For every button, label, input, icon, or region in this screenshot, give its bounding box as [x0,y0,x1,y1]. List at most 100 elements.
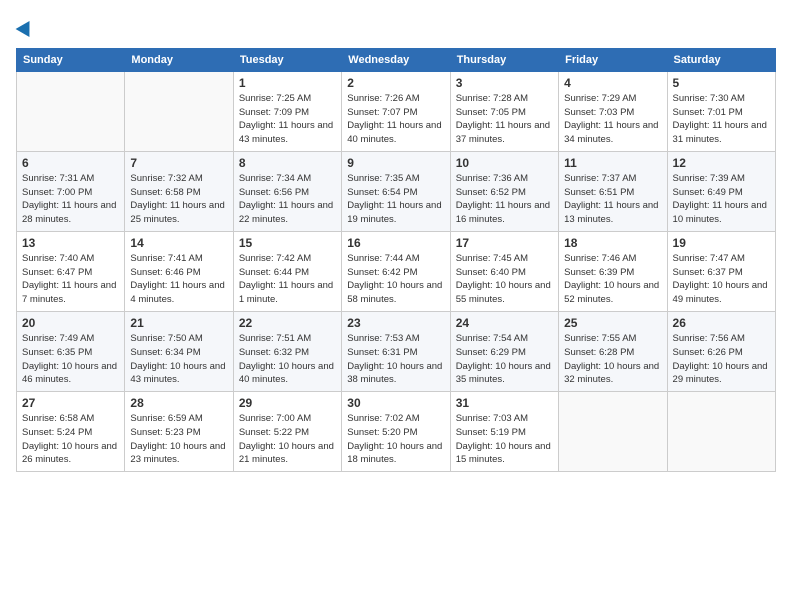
day-info: Sunrise: 7:31 AM Sunset: 7:00 PM Dayligh… [22,172,119,227]
day-info: Sunrise: 7:44 AM Sunset: 6:42 PM Dayligh… [347,252,444,307]
day-number: 24 [456,316,553,330]
day-number: 11 [564,156,661,170]
calendar-cell: 25Sunrise: 7:55 AM Sunset: 6:28 PM Dayli… [559,311,667,391]
logo-triangle-icon [16,17,37,37]
page-header [16,16,776,36]
day-number: 18 [564,236,661,250]
day-number: 28 [130,396,227,410]
calendar-week-2: 6Sunrise: 7:31 AM Sunset: 7:00 PM Daylig… [17,151,776,231]
day-number: 23 [347,316,444,330]
column-header-wednesday: Wednesday [342,48,450,71]
day-info: Sunrise: 7:39 AM Sunset: 6:49 PM Dayligh… [673,172,770,227]
calendar-cell: 13 Sunrise: 7:40 AM Sunset: 6:47 PM Dayli… [17,231,125,311]
day-info: Sunrise: 7:50 AM Sunset: 6:34 PM Dayligh… [130,332,227,387]
calendar-cell: 7Sunrise: 7:32 AM Sunset: 6:58 PM Daylig… [125,151,233,231]
calendar-cell: 11 Sunrise: 7:37 AM Sunset: 6:51 PM Dayli… [559,151,667,231]
day-number: 16 [347,236,444,250]
calendar-cell: 8 Sunrise: 7:34 AM Sunset: 6:56 PM Daylig… [233,151,341,231]
calendar-cell: 31Sunrise: 7:03 AM Sunset: 5:19 PM Dayli… [450,392,558,472]
column-header-friday: Friday [559,48,667,71]
calendar-cell: 1Sunrise: 7:25 AM Sunset: 7:09 PM Daylig… [233,71,341,151]
calendar-cell: 12 Sunrise: 7:39 AM Sunset: 6:49 PM Dayli… [667,151,775,231]
day-number: 3 [456,76,553,90]
day-number: 17 [456,236,553,250]
day-number: 9 [347,156,444,170]
calendar-cell: 29 Sunrise: 7:00 AM Sunset: 5:22 PM Dayli… [233,392,341,472]
calendar-cell: 4 Sunrise: 7:29 AM Sunset: 7:03 PM Daylig… [559,71,667,151]
calendar-cell: 2 Sunrise: 7:26 AM Sunset: 7:07 PM Daylig… [342,71,450,151]
day-info: Sunrise: 7:03 AM Sunset: 5:19 PM Dayligh… [456,412,553,467]
day-number: 12 [673,156,770,170]
calendar-cell: 27 Sunrise: 6:58 AM Sunset: 5:24 PM Dayli… [17,392,125,472]
day-info: Sunrise: 7:25 AM Sunset: 7:09 PM Dayligh… [239,92,336,147]
day-info: Sunrise: 7:29 AM Sunset: 7:03 PM Dayligh… [564,92,661,147]
day-info: Sunrise: 7:56 AM Sunset: 6:26 PM Dayligh… [673,332,770,387]
day-info: Sunrise: 7:47 AM Sunset: 6:37 PM Dayligh… [673,252,770,307]
calendar-table: SundayMondayTuesdayWednesdayThursdayFrid… [16,48,776,472]
day-info: Sunrise: 7:36 AM Sunset: 6:52 PM Dayligh… [456,172,553,227]
day-info: Sunrise: 7:00 AM Sunset: 5:22 PM Dayligh… [239,412,336,467]
day-info: Sunrise: 7:51 AM Sunset: 6:32 PM Dayligh… [239,332,336,387]
calendar-week-5: 27 Sunrise: 6:58 AM Sunset: 5:24 PM Dayli… [17,392,776,472]
calendar-cell [125,71,233,151]
day-info: Sunrise: 6:58 AM Sunset: 5:24 PM Dayligh… [22,412,119,467]
day-info: Sunrise: 7:45 AM Sunset: 6:40 PM Dayligh… [456,252,553,307]
calendar-cell: 10 Sunrise: 7:36 AM Sunset: 6:52 PM Dayli… [450,151,558,231]
day-number: 4 [564,76,661,90]
day-info: Sunrise: 7:42 AM Sunset: 6:44 PM Dayligh… [239,252,336,307]
day-number: 8 [239,156,336,170]
day-number: 20 [22,316,119,330]
day-number: 2 [347,76,444,90]
header-row: SundayMondayTuesdayWednesdayThursdayFrid… [17,48,776,71]
day-number: 26 [673,316,770,330]
day-info: Sunrise: 6:59 AM Sunset: 5:23 PM Dayligh… [130,412,227,467]
column-header-thursday: Thursday [450,48,558,71]
day-number: 10 [456,156,553,170]
calendar-cell: 5 Sunrise: 7:30 AM Sunset: 7:01 PM Daylig… [667,71,775,151]
calendar-cell: 17 Sunrise: 7:45 AM Sunset: 6:40 PM Dayli… [450,231,558,311]
day-number: 29 [239,396,336,410]
day-info: Sunrise: 7:41 AM Sunset: 6:46 PM Dayligh… [130,252,227,307]
calendar-cell: 9 Sunrise: 7:35 AM Sunset: 6:54 PM Daylig… [342,151,450,231]
day-info: Sunrise: 7:32 AM Sunset: 6:58 PM Dayligh… [130,172,227,227]
day-number: 22 [239,316,336,330]
day-info: Sunrise: 7:40 AM Sunset: 6:47 PM Dayligh… [22,252,119,307]
day-info: Sunrise: 7:54 AM Sunset: 6:29 PM Dayligh… [456,332,553,387]
day-number: 15 [239,236,336,250]
day-number: 5 [673,76,770,90]
calendar-week-1: 1Sunrise: 7:25 AM Sunset: 7:09 PM Daylig… [17,71,776,151]
day-number: 27 [22,396,119,410]
day-info: Sunrise: 7:53 AM Sunset: 6:31 PM Dayligh… [347,332,444,387]
calendar-cell: 18 Sunrise: 7:46 AM Sunset: 6:39 PM Dayli… [559,231,667,311]
day-info: Sunrise: 7:46 AM Sunset: 6:39 PM Dayligh… [564,252,661,307]
calendar-cell: 21Sunrise: 7:50 AM Sunset: 6:34 PM Dayli… [125,311,233,391]
calendar-cell: 28 Sunrise: 6:59 AM Sunset: 5:23 PM Dayli… [125,392,233,472]
day-info: Sunrise: 7:02 AM Sunset: 5:20 PM Dayligh… [347,412,444,467]
day-info: Sunrise: 7:30 AM Sunset: 7:01 PM Dayligh… [673,92,770,147]
day-info: Sunrise: 7:37 AM Sunset: 6:51 PM Dayligh… [564,172,661,227]
logo [16,16,34,36]
day-info: Sunrise: 7:35 AM Sunset: 6:54 PM Dayligh… [347,172,444,227]
day-number: 19 [673,236,770,250]
calendar-cell: 6Sunrise: 7:31 AM Sunset: 7:00 PM Daylig… [17,151,125,231]
calendar-cell: 22 Sunrise: 7:51 AM Sunset: 6:32 PM Dayli… [233,311,341,391]
day-info: Sunrise: 7:34 AM Sunset: 6:56 PM Dayligh… [239,172,336,227]
day-info: Sunrise: 7:49 AM Sunset: 6:35 PM Dayligh… [22,332,119,387]
column-header-saturday: Saturday [667,48,775,71]
calendar-cell [17,71,125,151]
calendar-cell: 23 Sunrise: 7:53 AM Sunset: 6:31 PM Dayli… [342,311,450,391]
day-number: 25 [564,316,661,330]
calendar-week-4: 20 Sunrise: 7:49 AM Sunset: 6:35 PM Dayli… [17,311,776,391]
calendar-cell: 16 Sunrise: 7:44 AM Sunset: 6:42 PM Dayli… [342,231,450,311]
column-header-monday: Monday [125,48,233,71]
column-header-tuesday: Tuesday [233,48,341,71]
day-info: Sunrise: 7:26 AM Sunset: 7:07 PM Dayligh… [347,92,444,147]
calendar-cell [667,392,775,472]
calendar-week-3: 13 Sunrise: 7:40 AM Sunset: 6:47 PM Dayli… [17,231,776,311]
calendar-cell: 20 Sunrise: 7:49 AM Sunset: 6:35 PM Dayli… [17,311,125,391]
calendar-cell [559,392,667,472]
day-number: 30 [347,396,444,410]
day-number: 13 [22,236,119,250]
calendar-cell: 14Sunrise: 7:41 AM Sunset: 6:46 PM Dayli… [125,231,233,311]
calendar-cell: 19 Sunrise: 7:47 AM Sunset: 6:37 PM Dayli… [667,231,775,311]
